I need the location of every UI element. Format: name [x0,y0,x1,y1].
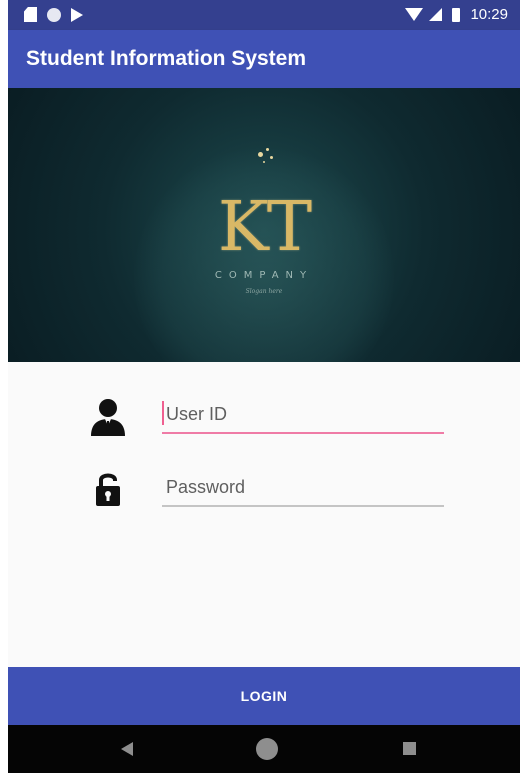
sparkle-icon [263,161,265,163]
navigation-bar [8,725,520,773]
circle-notification-icon [47,7,61,22]
password-row [88,463,448,513]
app-title: Student Information System [26,47,307,70]
user-id-input[interactable] [162,398,444,430]
play-store-icon [71,7,83,22]
cell-signal-icon [429,8,443,21]
company-slogan: Slogan here [245,288,283,295]
text-caret [162,401,164,425]
lock-icon [88,469,128,509]
status-time: 10:29 [470,6,508,23]
company-name: COMPANY [214,270,314,281]
battery-icon [452,7,461,22]
user-id-underline [162,432,444,434]
home-icon[interactable] [256,738,278,760]
login-button[interactable]: LOGIN [8,667,520,725]
password-input[interactable] [162,471,444,503]
sparkle-icon [270,156,273,159]
status-bar: 10:29 [8,0,520,30]
person-icon [88,396,128,436]
logo-banner: KT COMPANY Slogan here [8,88,520,362]
wifi-icon [405,8,424,21]
back-icon[interactable] [121,742,133,756]
recents-icon[interactable] [403,742,416,755]
status-system: 10:29 [405,6,508,23]
sparkle-icon [258,152,263,157]
password-underline [162,505,444,507]
status-notifications [24,7,83,22]
app-bar: Student Information System [8,30,520,88]
sd-card-icon [24,7,37,22]
company-logo: KT [217,188,312,267]
phone-screen: 10:29 Student Information System KT COMP… [8,0,520,773]
user-id-row [88,390,448,440]
sparkle-icon [266,148,269,151]
